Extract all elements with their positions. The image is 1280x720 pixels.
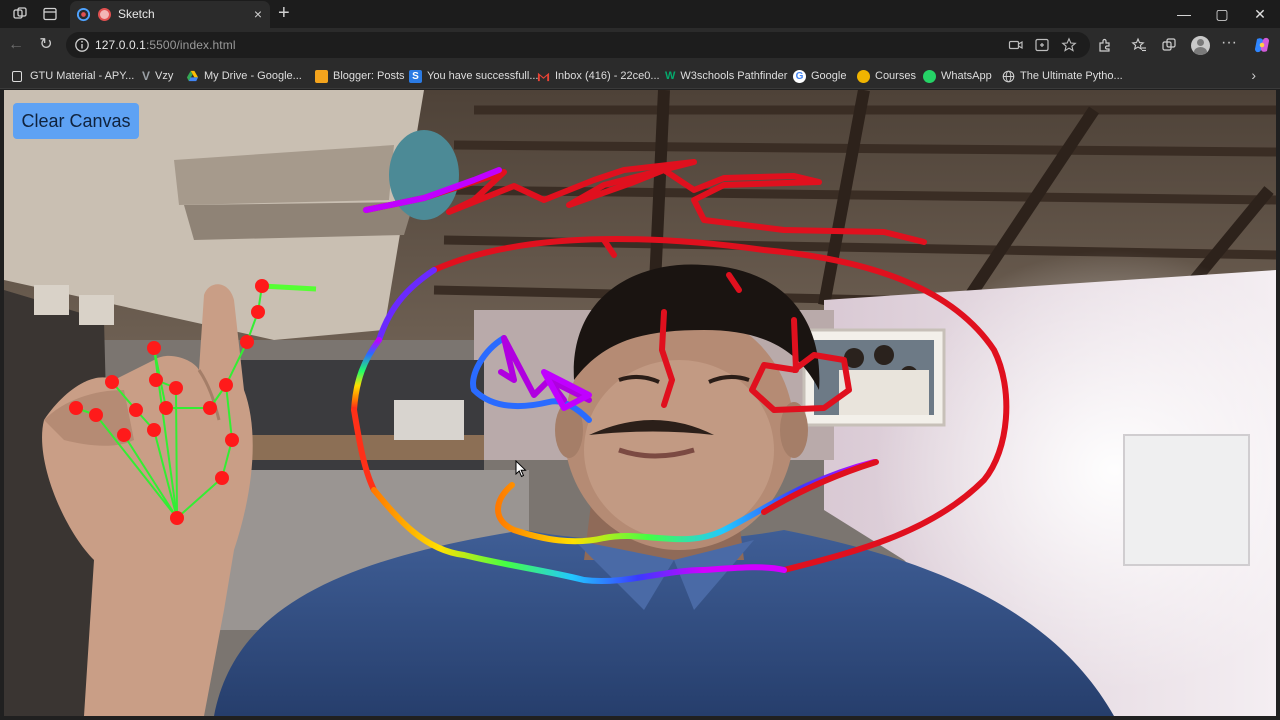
bookmark-label: GTU Material - APY... <box>30 70 135 82</box>
minimize-button[interactable]: — <box>1174 5 1194 23</box>
bookmark-item[interactable]: S You have successfull... <box>409 68 539 84</box>
favorite-star-icon[interactable] <box>1061 37 1077 53</box>
close-window-button[interactable]: ✕ <box>1250 5 1270 23</box>
vzy-icon: V <box>142 69 151 83</box>
s-icon: S <box>409 69 422 83</box>
bookmark-page-icon <box>12 70 22 82</box>
url-host: 127.0.0.1 <box>95 38 146 52</box>
url-text: 127.0.0.1:5500/index.html <box>95 38 236 52</box>
refresh-icon[interactable]: ↻ <box>37 36 55 54</box>
bookmark-label: W3schools Pathfinder <box>680 70 788 82</box>
mouse-cursor-icon <box>515 460 527 478</box>
bookmark-label: Courses <box>875 70 916 82</box>
copilot-icon[interactable] <box>1252 35 1272 55</box>
whatsapp-icon <box>923 69 936 83</box>
avatar-body <box>1194 47 1207 55</box>
more-menu-icon[interactable]: ··· <box>1220 34 1238 52</box>
clear-canvas-button[interactable]: Clear Canvas <box>13 103 139 139</box>
bookmark-item[interactable]: Inbox (416) - 22ce0... <box>537 68 660 84</box>
bookmark-item[interactable]: WhatsApp <box>923 68 992 84</box>
collections-icon[interactable] <box>1161 37 1177 53</box>
page-viewport: Clear Canvas <box>4 90 1276 716</box>
bookmark-item[interactable]: V Vzy <box>142 68 173 84</box>
bookmark-item[interactable]: GTU Material - APY... <box>12 68 134 84</box>
maximize-button[interactable]: ▢ <box>1212 5 1232 23</box>
blogger-icon <box>315 69 328 83</box>
live-server-icon <box>76 7 91 22</box>
bookmark-item[interactable]: G Google <box>793 68 846 84</box>
toolbar: ← ↻ 127.0.0.1:5500/index.html ··· <box>0 28 1280 62</box>
globe-icon <box>1002 70 1015 82</box>
site-info-icon[interactable] <box>74 37 90 53</box>
tab-strip: Sketch × + — ▢ ✕ <box>0 0 1280 28</box>
favorites-icon[interactable] <box>1131 37 1147 53</box>
tab-title: Sketch <box>118 7 155 21</box>
back-arrow-icon[interactable]: ← <box>7 36 25 54</box>
address-bar[interactable]: 127.0.0.1:5500/index.html <box>66 32 1090 58</box>
bookmark-item[interactable]: My Drive - Google... <box>186 68 302 84</box>
bookmark-label: Vzy <box>155 70 174 82</box>
chevron-right-icon[interactable]: › <box>1251 67 1256 83</box>
recording-icon <box>98 8 111 21</box>
bookmark-item[interactable]: Blogger: Posts <box>315 68 405 84</box>
bookmark-label: My Drive - Google... <box>204 70 302 82</box>
bookmark-item[interactable]: Courses <box>857 68 916 84</box>
avatar-head <box>1197 39 1204 46</box>
google-drive-icon <box>186 70 199 81</box>
workspaces-icon[interactable] <box>12 6 28 22</box>
w3schools-icon: W <box>665 70 676 82</box>
bookmark-label: Blogger: Posts <box>333 70 405 82</box>
tab-actions-icon[interactable] <box>42 6 58 22</box>
browser-window: Sketch × + — ▢ ✕ ← ↻ 127.0.0.1:5500/inde… <box>0 0 1280 720</box>
bookmark-item[interactable]: W W3schools Pathfinder <box>665 68 787 84</box>
google-icon: G <box>793 69 806 83</box>
app-available-icon[interactable] <box>1034 37 1050 53</box>
bookmark-label: You have successfull... <box>427 70 539 82</box>
bookmark-label: Inbox (416) - 22ce0... <box>555 70 660 82</box>
url-path: :5500/index.html <box>145 38 236 52</box>
bookmark-label: Google <box>811 70 847 82</box>
camera-in-use-icon[interactable] <box>1008 37 1024 53</box>
bookmark-label: WhatsApp <box>941 70 992 82</box>
bookmark-label: The Ultimate Pytho... <box>1020 70 1123 82</box>
tab-close-icon[interactable]: × <box>254 6 262 22</box>
drawing-canvas[interactable] <box>4 90 1276 716</box>
profile-avatar[interactable] <box>1191 36 1210 55</box>
tab-sketch[interactable]: Sketch × <box>70 1 270 28</box>
bookmark-item[interactable]: The Ultimate Pytho... <box>1002 68 1123 84</box>
courses-icon <box>857 69 870 83</box>
gmail-icon <box>537 72 550 81</box>
extensions-icon[interactable] <box>1097 37 1113 53</box>
bookmarks-bar: GTU Material - APY... V Vzy My Drive - Go… <box>0 62 1280 89</box>
new-tab-button[interactable]: + <box>278 3 290 23</box>
